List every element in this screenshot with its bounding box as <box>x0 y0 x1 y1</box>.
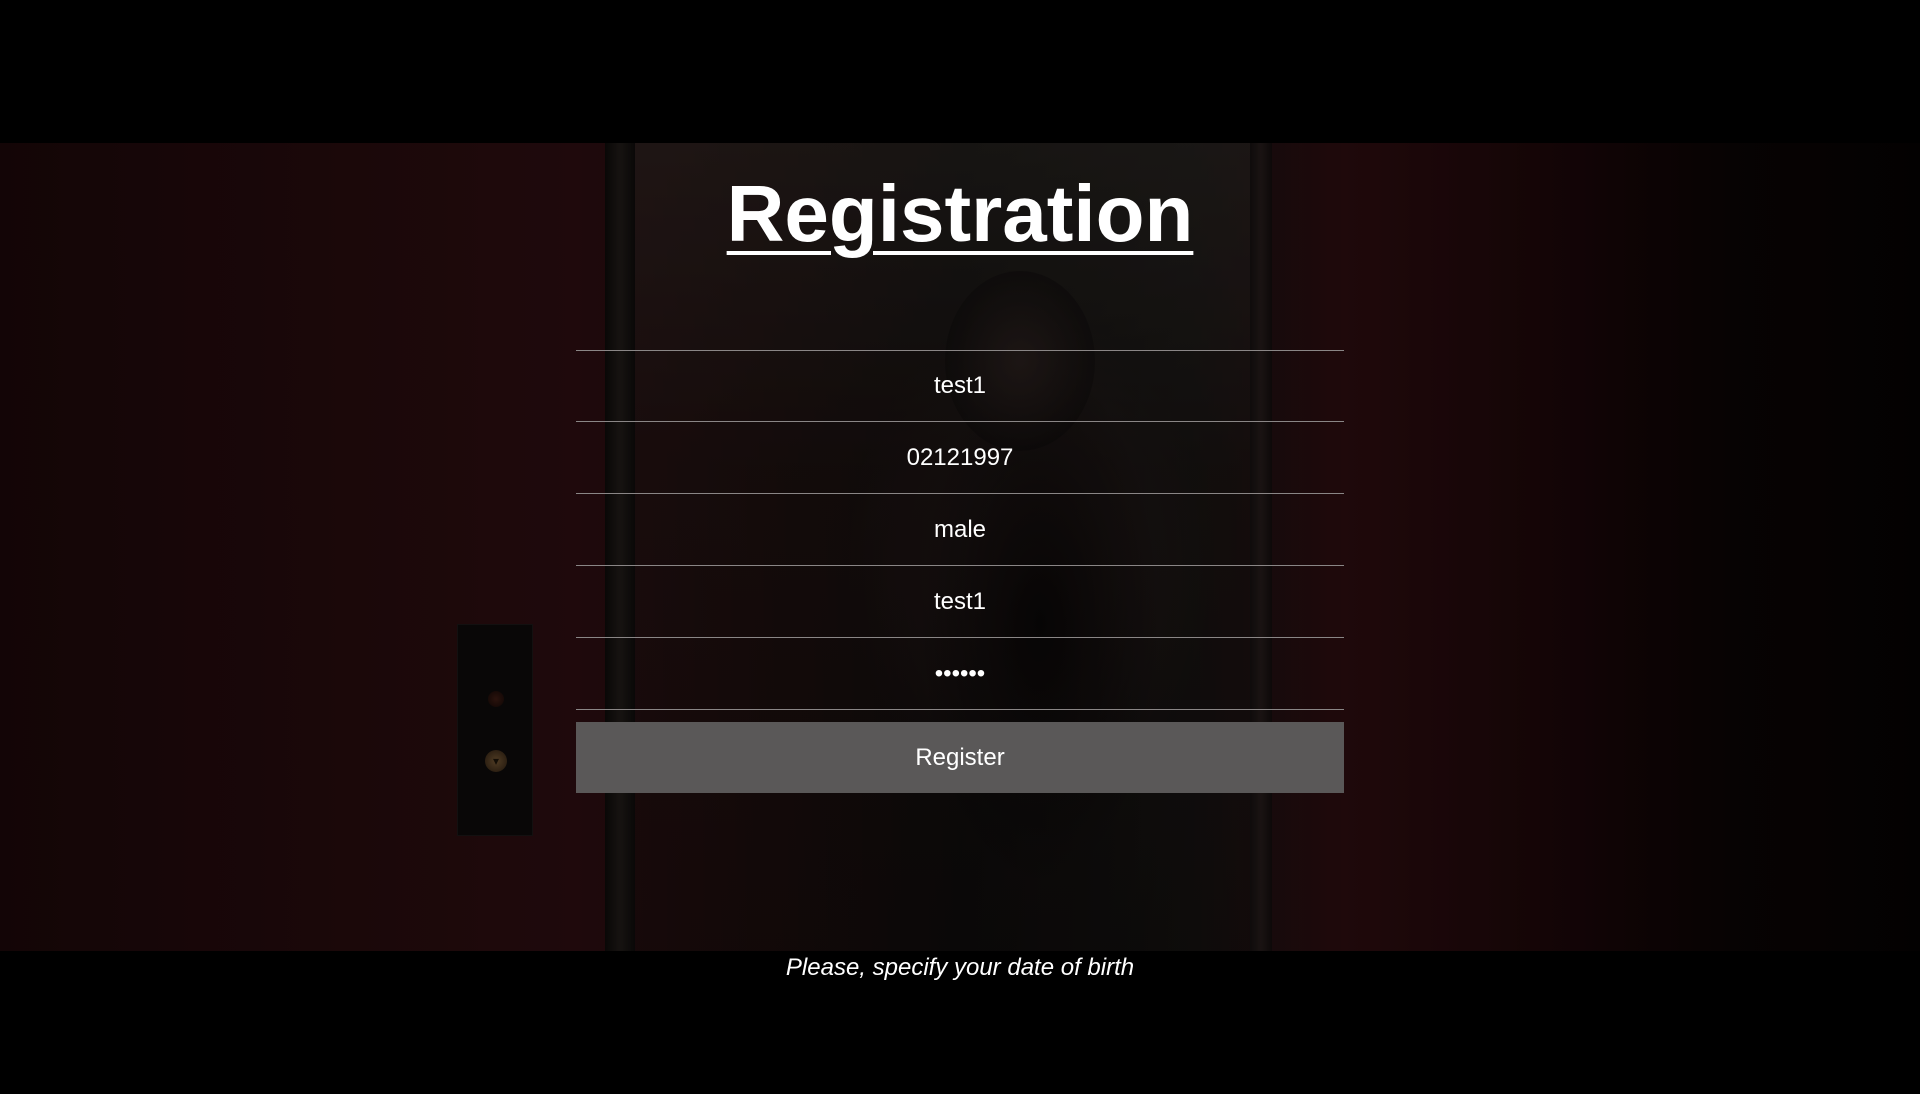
date-of-birth-input[interactable] <box>576 422 1344 494</box>
registration-form: Register <box>576 350 1344 793</box>
page: ▾ Registration Register Please, specify … <box>0 0 1920 1094</box>
login-input[interactable] <box>576 566 1344 638</box>
page-title: Registration <box>726 169 1194 258</box>
username-input[interactable] <box>576 350 1344 422</box>
subtitle-caption: Please, specify your date of birth <box>785 954 1135 981</box>
register-button[interactable]: Register <box>576 722 1344 793</box>
password-input[interactable] <box>576 638 1344 710</box>
gender-input[interactable] <box>576 494 1344 566</box>
